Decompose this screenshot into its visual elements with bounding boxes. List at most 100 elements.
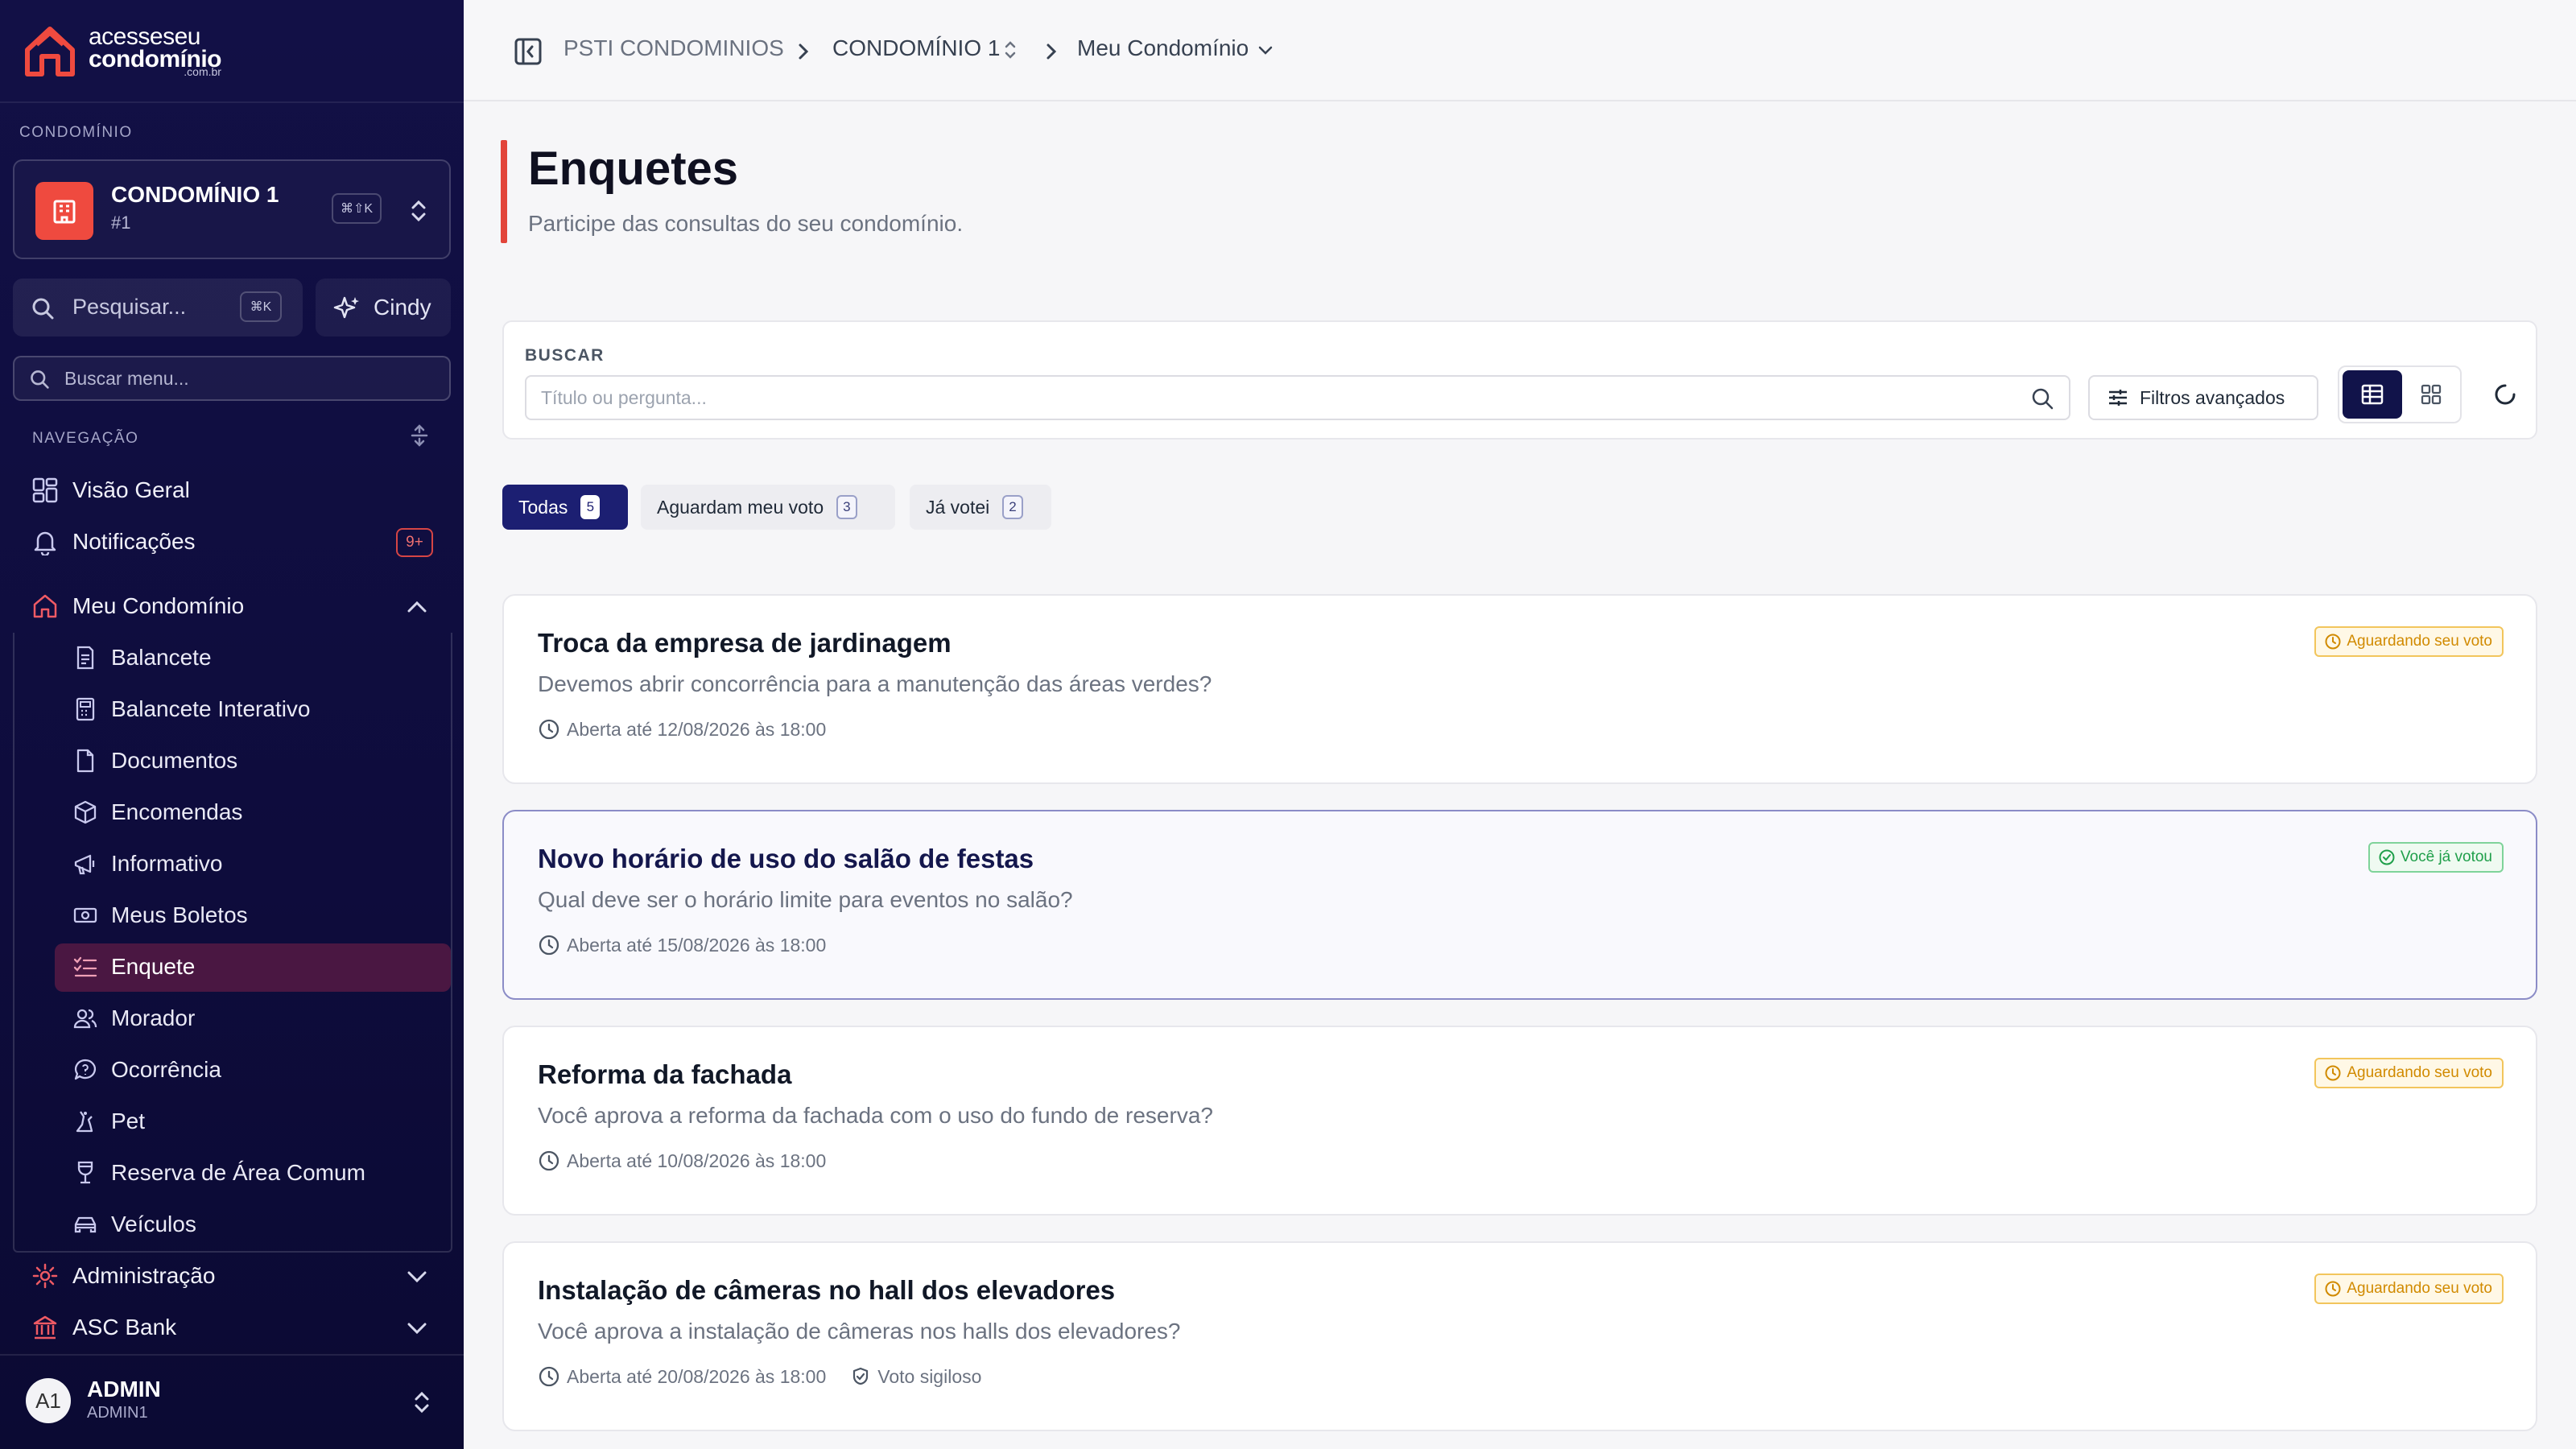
tab-aguardam-meu-voto[interactable]: Aguardam meu voto 3 — [641, 485, 895, 530]
poll-deadline-text: Aberta até 20/08/2026 às 18:00 — [567, 1365, 827, 1387]
breadcrumb-root[interactable]: PSTI CONDOMINIOS — [564, 35, 784, 61]
nav-item-notificacoes[interactable]: Notificações — [29, 520, 196, 564]
table-view-button[interactable] — [2343, 370, 2402, 419]
sub-item-label: Informativo — [111, 851, 223, 876]
advanced-filters-label: Filtros avançados — [2140, 386, 2285, 408]
poll-card[interactable]: Instalação de câmeras no hall dos elevad… — [502, 1241, 2537, 1431]
building-icon — [35, 182, 93, 240]
sub-item-label: Balancete Interativo — [111, 696, 311, 721]
search-icon — [2032, 388, 2054, 410]
global-search[interactable]: Pesquisar... ⌘K — [13, 279, 303, 336]
nav-item-meu-condominio[interactable]: Meu Condomínio — [29, 584, 244, 628]
sub-item-pet[interactable]: Pet — [71, 1098, 145, 1145]
section-label-navegacao: NAVEGAÇÃO — [32, 430, 139, 447]
sub-item-encomendas[interactable]: Encomendas — [71, 789, 242, 836]
topbar: PSTI CONDOMINIOS CONDOMÍNIO 1 Meu Condom… — [464, 0, 2576, 101]
receipt-icon — [71, 643, 100, 672]
tab-label: Todas — [518, 496, 568, 518]
advanced-filters-button[interactable]: Filtros avançados — [2088, 375, 2318, 420]
package-icon — [71, 798, 100, 827]
search-icon — [32, 298, 54, 320]
refresh-button[interactable] — [2489, 378, 2521, 411]
sub-item-label: Meus Boletos — [111, 902, 248, 927]
clock-icon — [538, 934, 560, 956]
chevrons-up-down-icon[interactable] — [1001, 37, 1019, 63]
poll-card[interactable]: Reforma da fachada Você aprova a reforma… — [502, 1026, 2537, 1216]
sidebar: acesseseu condomínio .com.br CONDOMÍNIO … — [0, 0, 464, 1449]
sub-item-ocorrencia[interactable]: Ocorrência — [71, 1046, 221, 1093]
chevrons-up-down-icon — [415, 1391, 429, 1414]
search-icon — [31, 370, 49, 389]
user-menu[interactable]: A1 ADMIN ADMIN1 — [0, 1354, 464, 1449]
global-search-placeholder: Pesquisar... — [72, 295, 187, 319]
condo-number: #1 — [111, 213, 131, 233]
breadcrumb-section[interactable]: Meu Condomínio — [1077, 35, 1249, 61]
poll-question: Devemos abrir concorrência para a manute… — [538, 671, 1212, 696]
poll-title: Instalação de câmeras no hall dos elevad… — [538, 1275, 1116, 1305]
megaphone-icon — [71, 849, 100, 878]
nav-item-visao-geral[interactable]: Visão Geral — [29, 469, 190, 512]
nav-item-label: Notificações — [72, 529, 196, 554]
clock-icon — [538, 1150, 560, 1172]
breadcrumb-condo[interactable]: CONDOMÍNIO 1 — [832, 35, 1000, 61]
sub-item-balancete[interactable]: Balancete — [71, 634, 212, 681]
sub-item-veiculos[interactable]: Veículos — [71, 1201, 196, 1248]
collapse-all-icon[interactable] — [407, 423, 431, 448]
nav-item-administracao[interactable]: Administração — [29, 1254, 215, 1298]
bank-icon — [29, 1311, 61, 1344]
tab-label: Aguardam meu voto — [657, 496, 824, 518]
chevron-down-icon[interactable] — [404, 1317, 430, 1340]
poll-question: Qual deve ser o horário limite para even… — [538, 887, 1073, 912]
poll-deadline-text: Aberta até 15/08/2026 às 18:00 — [567, 934, 827, 956]
grid-view-button[interactable] — [2404, 370, 2458, 419]
tab-count: 3 — [836, 495, 857, 519]
tab-todas[interactable]: Todas 5 — [502, 485, 628, 530]
cindy-assistant-button[interactable]: Cindy — [316, 279, 451, 336]
poll-card[interactable]: Novo horário de uso do salão de festas Q… — [502, 810, 2537, 1000]
chevron-up-icon[interactable] — [404, 596, 430, 618]
sub-item-label: Enquete — [111, 954, 196, 979]
document-icon — [71, 746, 100, 775]
poll-search-input[interactable]: Título ou pergunta... — [525, 375, 2070, 420]
tab-count: 5 — [580, 495, 601, 519]
nav-item-asc-bank[interactable]: ASC Bank — [29, 1306, 176, 1349]
refresh-icon — [2495, 384, 2516, 405]
sub-item-balancete-interativo[interactable]: Balancete Interativo — [71, 686, 311, 733]
title-accent-bar — [501, 140, 507, 243]
search-shortcut-badge: ⌘K — [240, 291, 282, 322]
paw-icon — [71, 1107, 100, 1136]
chevron-down-icon[interactable] — [1256, 40, 1275, 60]
status-text: Aguardando seu voto — [2347, 633, 2492, 650]
poll-card[interactable]: Troca da empresa de jardinagem Devemos a… — [502, 594, 2537, 784]
sub-item-meus-boletos[interactable]: Meus Boletos — [71, 892, 248, 939]
shortcut-badge: ⌘⇧K — [332, 193, 382, 224]
poll-deadline: Aberta até 20/08/2026 às 18:00 Voto sigi… — [538, 1365, 981, 1388]
sub-item-morador[interactable]: Morador — [71, 995, 195, 1042]
poll-question: Você aprova a instalação de câmeras nos … — [538, 1319, 1181, 1344]
tab-ja-votei[interactable]: Já votei 2 — [910, 485, 1051, 530]
nav-item-label: Visão Geral — [72, 477, 190, 502]
sub-item-documentos[interactable]: Documentos — [71, 737, 237, 784]
condo-switcher[interactable]: CONDOMÍNIO 1 #1 ⌘⇧K — [13, 159, 451, 259]
shield-check-icon — [850, 1366, 871, 1387]
toggle-sidebar-icon[interactable] — [512, 35, 544, 68]
grid-icon — [2421, 384, 2442, 405]
gear-icon — [29, 1260, 61, 1292]
sub-item-informativo[interactable]: Informativo — [71, 840, 223, 887]
chevron-right-icon — [1046, 43, 1057, 60]
user-name: ADMIN — [87, 1377, 161, 1402]
chevron-down-icon[interactable] — [404, 1265, 430, 1288]
sparkles-icon — [333, 296, 359, 319]
home-icon — [29, 590, 61, 622]
sub-item-reserva-area-comum[interactable]: Reserva de Área Comum — [71, 1150, 365, 1196]
sub-item-label: Reserva de Área Comum — [111, 1160, 365, 1185]
menu-search-input[interactable]: Buscar menu... — [13, 356, 451, 401]
cindy-label: Cindy — [374, 295, 431, 320]
nav-item-label: Administração — [72, 1263, 216, 1288]
clock-icon — [2324, 1280, 2342, 1298]
sub-item-enquete[interactable]: Enquete — [71, 943, 195, 990]
brand-logo[interactable]: acesseseu condomínio .com.br — [19, 21, 221, 82]
sub-item-label: Encomendas — [111, 799, 243, 824]
poll-title: Reforma da fachada — [538, 1059, 792, 1089]
poll-deadline: Aberta até 12/08/2026 às 18:00 — [538, 718, 826, 741]
